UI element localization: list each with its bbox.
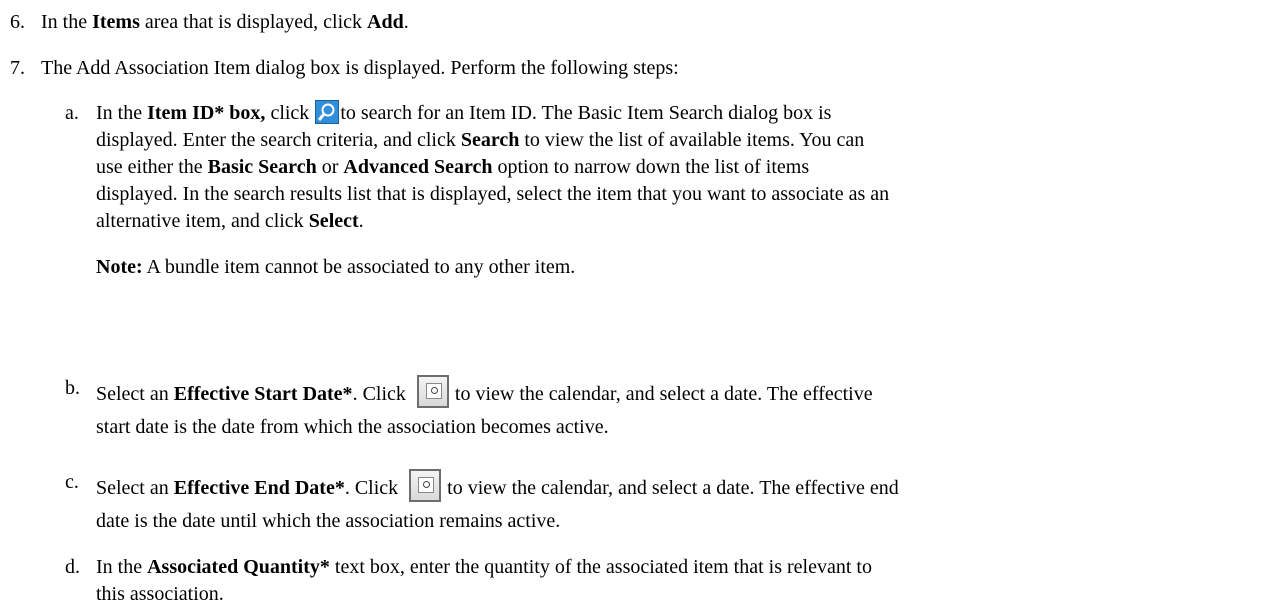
text-run: . [358,210,364,232]
text-line: Select an Effective End Date*. Click to … [96,469,1256,502]
text-run: option to narrow down the list of items [492,156,810,178]
calendar-page-icon [425,383,442,399]
text-run: . Click [352,383,411,405]
bold-term: Advanced Search [343,156,493,178]
text-run: text box, enter the quantity of the asso… [329,556,872,578]
note-text: A bundle item cannot be associated to an… [142,256,576,278]
text-run: to view the list of available items. You… [519,129,865,151]
text-run: In the [96,556,148,578]
substep-d-text: In the Associated Quantity* text box, en… [96,554,1256,608]
calendar-dot-icon [423,481,431,488]
step-number: 6. [10,11,25,33]
text-line: displayed. In the search results list th… [96,183,890,205]
step-number: 7. [10,57,25,79]
substep-letter: c. [65,471,79,493]
text-line: displayed. Enter the search criteria, an… [96,127,1256,154]
text-run: to search for an Item ID. The Basic Item… [340,102,832,124]
bold-term: Item ID* box, [147,102,266,124]
bold-term: Items [92,11,140,33]
substep-a-text: In the Item ID* box, click to search for… [96,100,1256,281]
step-7-text: The Add Association Item dialog box is d… [41,57,679,79]
substep-c-text: Select an Effective End Date*. Click to … [96,469,1256,535]
text-run: In the [41,11,93,33]
calendar-icon [409,469,442,502]
note-label: Note: [96,256,143,278]
text-line: Select an Effective Start Date*. Click t… [96,375,1256,408]
bold-term: Effective End Date* [173,477,345,499]
text-line: alternative item, and click Select. [96,208,1256,235]
bold-term: Add [367,11,404,33]
text-line: this association. [96,583,224,605]
text-run: to view the calendar, and select a date.… [454,383,873,405]
text-run: to view the calendar, and select a date.… [447,477,899,499]
step-6-text: In the Items area that is displayed, cli… [41,9,409,36]
text-line: use either the Basic Search or Advanced … [96,154,1256,181]
substep-letter: a. [65,102,79,124]
bold-term: Associated Quantity* [147,556,330,578]
text-run: area that is displayed, click [139,11,367,33]
bold-term: Effective Start Date* [173,383,353,405]
text-run: Select an [96,477,174,499]
text-line: In the Associated Quantity* text box, en… [96,554,1256,581]
substep-letter: b. [65,377,80,399]
text-run: . Click [344,477,404,499]
text-run: or [316,156,344,178]
text-line: date is the date until which the associa… [96,510,561,532]
substep-b-text: Select an Effective Start Date*. Click t… [96,375,1256,441]
text-run: . [403,11,409,33]
text-line: In the Item ID* box, click to search for… [96,100,1256,127]
text-run: In the [96,102,148,124]
bold-term: Basic Search [207,156,317,178]
text-line: start date is the date from which the as… [96,416,609,438]
document-page: 6. In the Items area that is displayed, … [0,0,1265,611]
substep-letter: d. [65,556,80,578]
note: Note: A bundle item cannot be associated… [96,254,1256,281]
text-run: displayed. Enter the search criteria, an… [96,129,461,151]
bold-term: Search [460,129,520,151]
text-run: Select an [96,383,174,405]
calendar-dot-icon [430,387,438,394]
text-run: alternative item, and click [96,210,309,232]
bold-term: Select [308,210,359,232]
text-run: use either the [96,156,208,178]
calendar-page-icon [418,477,435,493]
magnifier-icon [315,100,340,124]
text-run: click [265,102,315,124]
calendar-icon [416,375,449,408]
